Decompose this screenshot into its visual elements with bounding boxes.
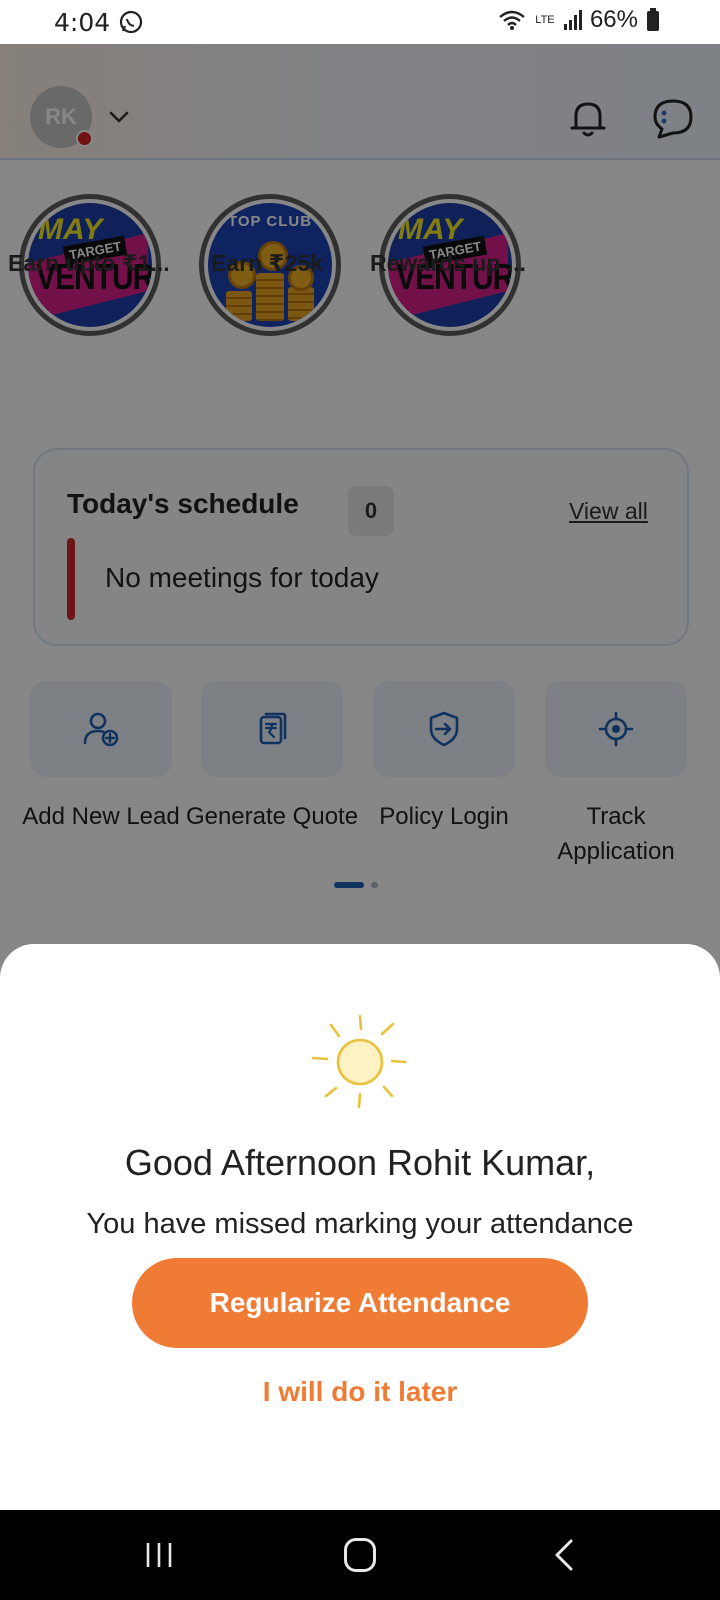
battery-icon: [647, 8, 659, 31]
sun-icon: [311, 1014, 407, 1109]
recents-icon[interactable]: [144, 1540, 174, 1570]
home-icon[interactable]: [344, 1538, 376, 1572]
greeting-text: Good Afternoon Rohit Kumar,: [124, 1142, 596, 1183]
whatsapp-icon: [120, 10, 143, 34]
system-nav-bar: [0, 1510, 720, 1600]
regularize-attendance-button[interactable]: Regularize Attendance: [132, 1258, 588, 1348]
status-bar: 4:04 LTE 66%: [0, 0, 720, 44]
battery-level: 66%: [589, 6, 638, 33]
home-screen: RK MAY TARGET VENTURE Earn upto ₹1...: [0, 44, 720, 1510]
attendance-message: You have missed marking your attendance: [86, 1208, 634, 1240]
network-label: LTE: [535, 13, 555, 26]
back-icon[interactable]: [552, 1538, 576, 1572]
status-time: 4:04: [54, 7, 111, 37]
wifi-icon: [499, 10, 525, 30]
signal-icon: [563, 10, 582, 30]
do-it-later-link[interactable]: I will do it later: [0, 1376, 720, 1408]
status-indicators: LTE 66%: [498, 6, 660, 34]
attendance-bottom-sheet: Good Afternoon Rohit Kumar, You have mis…: [0, 944, 720, 1510]
